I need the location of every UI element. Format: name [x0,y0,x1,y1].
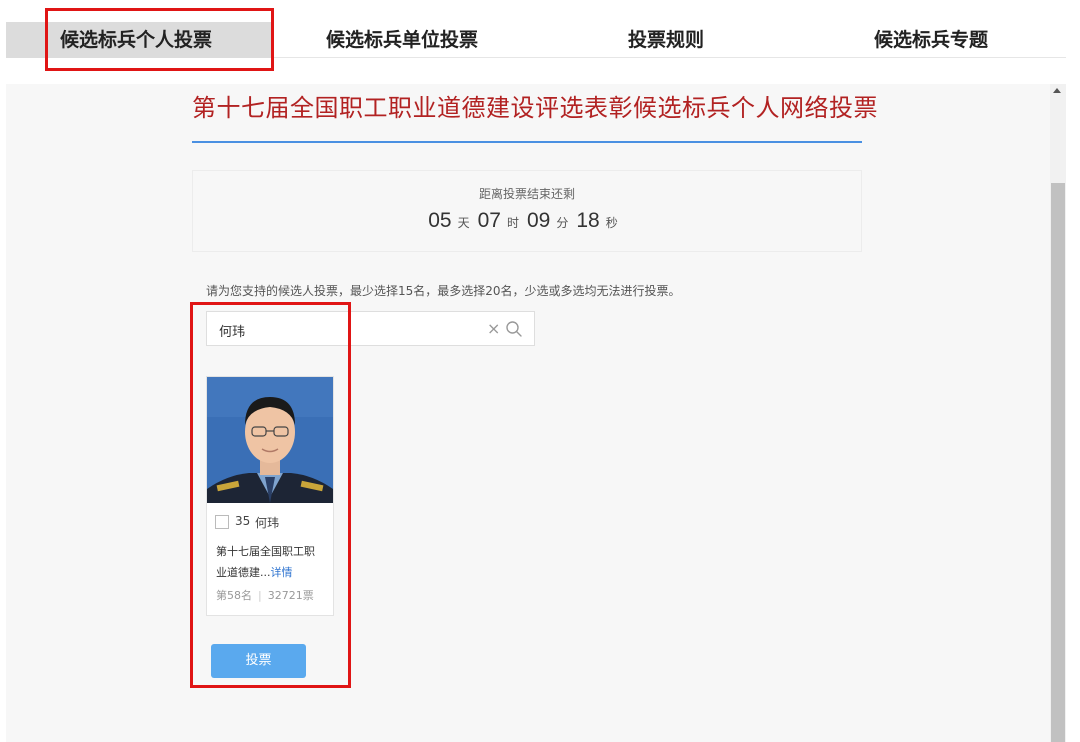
candidate-votes: 32721票 [267,589,314,602]
search-input-value[interactable]: 何玮 [219,321,245,340]
countdown-hours: 07 [477,209,501,232]
scrollbar-thumb[interactable] [1051,183,1065,742]
countdown-minutes: 09 [527,209,551,232]
candidate-card[interactable]: 35 何玮 第十七届全国职工职 业道德建...详情 第58名 | 32721票 [206,376,334,616]
countdown-days: 05 [428,209,452,232]
search-input[interactable]: 何玮 × [206,311,535,346]
countdown-hours-unit: 时 [506,216,519,230]
candidate-desc-line2: 业道德建... [216,566,271,579]
clear-icon[interactable]: × [487,319,500,338]
voting-instruction: 请为您支持的候选人投票，最少选择15名，最多选择20名，少选或多选均无法进行投票… [206,284,681,298]
stats-separator: | [258,589,262,602]
candidate-photo[interactable] [207,377,333,503]
tab-voting-rules[interactable]: 投票规则 [628,22,704,58]
candidate-checkbox[interactable] [215,515,229,529]
tab-candidate-topic[interactable]: 候选标兵专题 [874,22,988,58]
candidate-name: 何玮 [255,516,280,530]
countdown-seconds-unit: 秒 [605,216,618,230]
tab-individual-vote[interactable]: 候选标兵个人投票 [60,22,212,58]
scroll-up-arrow-icon[interactable] [1053,88,1061,93]
countdown-panel: 距离投票结束还剩 05 天 07 时 09 分 18 秒 [192,170,862,252]
countdown-minutes-unit: 分 [556,216,569,230]
candidate-stats: 第58名 | 32721票 [216,587,314,603]
countdown-label: 距离投票结束还剩 [478,187,575,201]
countdown-days-unit: 天 [457,216,470,230]
countdown-seconds: 18 [576,209,600,232]
candidate-rank: 第58名 [216,589,252,602]
detail-link[interactable]: 详情 [271,566,293,579]
countdown-timer: 05 天 07 时 09 分 18 秒 [193,209,861,233]
page-title: 第十七届全国职工职业道德建设评选表彰候选标兵个人网络投票 [192,94,878,122]
candidate-desc-line1: 第十七届全国职工职 [216,545,315,558]
candidate-description: 第十七届全国职工职 业道德建...详情 [216,541,328,583]
title-divider [192,141,862,143]
vote-button[interactable]: 投票 [211,644,306,678]
candidate-number: 35 [235,514,251,528]
top-nav: 候选标兵个人投票 候选标兵单位投票 投票规则 候选标兵专题 [0,0,1080,70]
tab-unit-vote[interactable]: 候选标兵单位投票 [326,22,478,58]
search-icon[interactable] [505,320,523,338]
